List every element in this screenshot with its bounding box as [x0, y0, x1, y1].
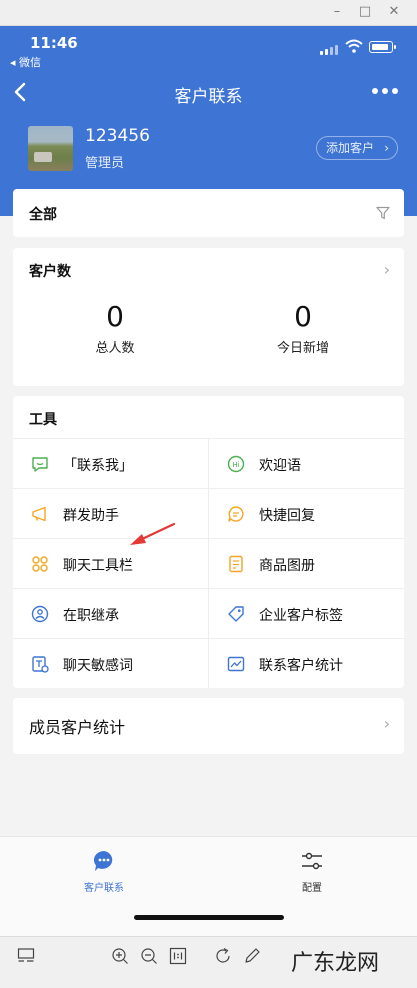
- tool-inheritance[interactable]: 在职继承: [13, 588, 208, 638]
- status-time: 11:46: [30, 34, 78, 52]
- total-count-value: 0: [106, 300, 124, 333]
- tool-chat-toolbar[interactable]: 聊天工具栏: [13, 538, 208, 588]
- inheritance-icon: [31, 605, 49, 623]
- chat-bubble-icon: [93, 850, 113, 871]
- close-icon[interactable]: ✕: [386, 4, 402, 20]
- maximize-icon[interactable]: □: [357, 4, 373, 20]
- tool-quick-reply[interactable]: 快捷回复: [209, 488, 404, 538]
- today-new-value: 0: [294, 300, 312, 333]
- filter-icon[interactable]: [376, 206, 390, 220]
- statistics-icon: [227, 656, 245, 672]
- today-new-caption: 今日新增: [276, 341, 329, 356]
- window-titlebar: – □ ✕: [0, 0, 417, 26]
- tool-label: 聊天工具栏: [63, 558, 133, 574]
- rotate-icon[interactable]: [214, 947, 232, 965]
- tool-welcome[interactable]: Hi 欢迎语: [209, 438, 404, 488]
- tool-label: 商品图册: [259, 558, 315, 574]
- mass-message-icon: [32, 506, 46, 522]
- chevron-right-icon: ›: [383, 714, 390, 733]
- tool-label: 联系客户统计: [259, 658, 343, 674]
- tool-label: 快捷回复: [259, 508, 315, 524]
- tool-sensitive-words[interactable]: 聊天敏感词: [13, 638, 208, 688]
- chat-toolbar-icon: [32, 556, 48, 572]
- svg-text:Hi: Hi: [232, 461, 239, 469]
- chevron-right-icon: ›: [383, 260, 390, 279]
- filter-card[interactable]: 全部: [13, 189, 404, 237]
- tool-customer-tags[interactable]: 企业客户标签: [209, 588, 404, 638]
- total-count-caption: 总人数: [95, 341, 135, 356]
- status-back-to-app[interactable]: ◂ 微信: [10, 54, 41, 70]
- tool-product-album[interactable]: 商品图册: [209, 538, 404, 588]
- wifi-icon: [345, 39, 363, 53]
- zoom-in-icon[interactable]: [111, 947, 129, 965]
- tab-settings[interactable]: 配置: [262, 849, 362, 894]
- add-customer-button[interactable]: 添加客户 ›: [316, 136, 398, 160]
- sensitive-words-icon: [32, 656, 49, 673]
- welcome-hi-icon: Hi: [227, 455, 245, 473]
- tool-label: 群发助手: [63, 508, 119, 524]
- user-role: 管理员: [85, 156, 125, 171]
- tag-icon: [228, 606, 244, 622]
- product-album-icon: [229, 555, 243, 573]
- page-title: 客户联系: [174, 87, 243, 107]
- member-stats-card[interactable]: 成员客户统计 ›: [13, 698, 404, 754]
- battery-icon: [369, 41, 396, 53]
- tab-bar: 客户联系 配置: [0, 836, 417, 936]
- quick-reply-icon: [228, 506, 244, 522]
- tool-label: 「联系我」: [63, 458, 133, 474]
- cellular-signal-icon: [320, 45, 338, 55]
- phone-screen: 11:46 ◂ 微信 客户联系 123456 管理员 添加客户 › 全部 客户数…: [0, 26, 417, 936]
- tool-contact-statistics[interactable]: 联系客户统计: [209, 638, 404, 688]
- sliders-icon: [302, 852, 322, 870]
- tool-label: 在职继承: [63, 608, 119, 624]
- tab-label: 配置: [302, 883, 322, 894]
- tool-label: 聊天敏感词: [63, 658, 133, 674]
- layout-icon[interactable]: [17, 947, 35, 965]
- watermark: 广东龙网: [290, 951, 379, 976]
- avatar[interactable]: [28, 126, 73, 171]
- tool-contact-me[interactable]: 「联系我」: [13, 438, 208, 488]
- tool-mass-message[interactable]: 群发助手: [13, 488, 208, 538]
- chevron-right-icon: ›: [384, 141, 389, 155]
- tab-label: 客户联系: [84, 883, 124, 894]
- annotation-arrow-icon: [130, 522, 176, 545]
- edit-pencil-icon[interactable]: [243, 947, 261, 965]
- home-indicator: [134, 915, 284, 920]
- filter-label: 全部: [29, 207, 57, 223]
- customer-count-card[interactable]: 客户数 › 0 总人数 0 今日新增: [13, 248, 404, 386]
- viewer-toolbar: 广东龙网: [0, 936, 417, 988]
- member-stats-label: 成员客户统计: [29, 718, 126, 737]
- today-new-stat: 0 今日新增: [205, 300, 401, 356]
- actual-size-icon[interactable]: [169, 947, 187, 965]
- customer-count-label: 客户数: [29, 264, 71, 280]
- more-options-icon[interactable]: [370, 88, 400, 96]
- add-customer-label: 添加客户: [326, 141, 375, 155]
- tab-customer-contact[interactable]: 客户联系: [54, 849, 154, 894]
- total-count-stat: 0 总人数: [17, 300, 213, 356]
- tools-card: 工具 「联系我」 Hi 欢迎语 群发助手 快捷回复 聊天工具栏 商品图册 在职继…: [13, 396, 404, 688]
- zoom-out-icon[interactable]: [140, 947, 158, 965]
- header-background: [0, 26, 417, 216]
- minimize-icon[interactable]: –: [329, 4, 345, 20]
- user-name: 123456: [85, 126, 150, 146]
- tool-label: 欢迎语: [259, 458, 301, 474]
- contact-me-icon: [32, 457, 48, 472]
- tools-label: 工具: [29, 412, 57, 428]
- tool-label: 企业客户标签: [259, 608, 343, 624]
